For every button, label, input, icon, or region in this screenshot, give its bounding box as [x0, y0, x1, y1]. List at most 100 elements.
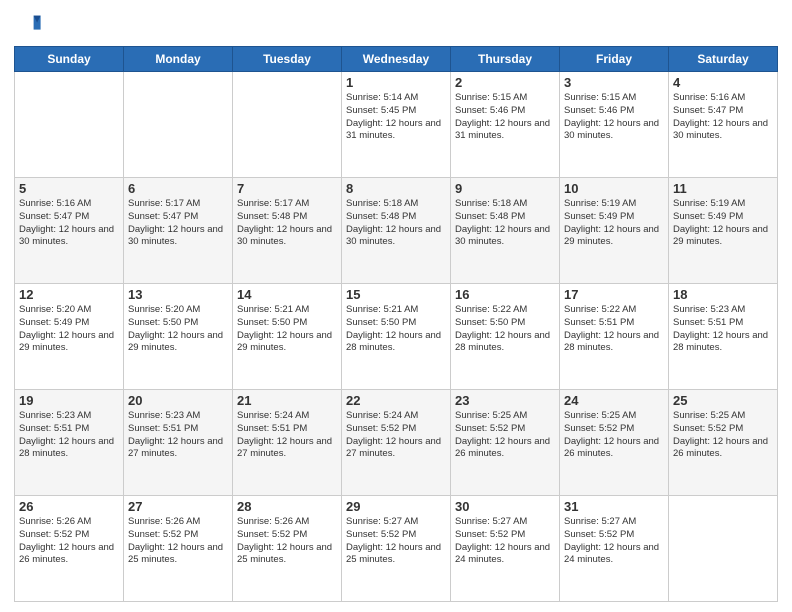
day-info: Sunrise: 5:17 AM Sunset: 5:48 PM Dayligh…: [237, 198, 337, 249]
day-info: Sunrise: 5:27 AM Sunset: 5:52 PM Dayligh…: [346, 516, 446, 567]
weekday-header: Tuesday: [233, 47, 342, 72]
day-info: Sunrise: 5:23 AM Sunset: 5:51 PM Dayligh…: [19, 410, 119, 461]
day-number: 24: [564, 393, 664, 408]
day-info: Sunrise: 5:23 AM Sunset: 5:51 PM Dayligh…: [128, 410, 228, 461]
day-info: Sunrise: 5:21 AM Sunset: 5:50 PM Dayligh…: [237, 304, 337, 355]
day-info: Sunrise: 5:18 AM Sunset: 5:48 PM Dayligh…: [455, 198, 555, 249]
day-info: Sunrise: 5:22 AM Sunset: 5:50 PM Dayligh…: [455, 304, 555, 355]
day-info: Sunrise: 5:25 AM Sunset: 5:52 PM Dayligh…: [455, 410, 555, 461]
calendar-week-row: 26 Sunrise: 5:26 AM Sunset: 5:52 PM Dayli…: [15, 496, 778, 602]
day-number: 17: [564, 287, 664, 302]
day-info: Sunrise: 5:18 AM Sunset: 5:48 PM Dayligh…: [346, 198, 446, 249]
day-number: 14: [237, 287, 337, 302]
day-info: Sunrise: 5:21 AM Sunset: 5:50 PM Dayligh…: [346, 304, 446, 355]
day-number: 21: [237, 393, 337, 408]
logo-icon: [14, 10, 42, 38]
day-number: 9: [455, 181, 555, 196]
day-number: 1: [346, 75, 446, 90]
calendar-cell: 7 Sunrise: 5:17 AM Sunset: 5:48 PM Daylig…: [233, 178, 342, 284]
day-number: 16: [455, 287, 555, 302]
calendar-cell: 4Sunrise: 5:16 AM Sunset: 5:47 PM Daylig…: [669, 72, 778, 178]
weekday-header: Thursday: [451, 47, 560, 72]
day-info: Sunrise: 5:16 AM Sunset: 5:47 PM Dayligh…: [673, 92, 773, 143]
day-number: 27: [128, 499, 228, 514]
day-info: Sunrise: 5:24 AM Sunset: 5:51 PM Dayligh…: [237, 410, 337, 461]
calendar-cell: 23 Sunrise: 5:25 AM Sunset: 5:52 PM Dayli…: [451, 390, 560, 496]
day-number: 25: [673, 393, 773, 408]
calendar-cell: [669, 496, 778, 602]
logo: [14, 10, 46, 38]
weekday-header: Sunday: [15, 47, 124, 72]
calendar-cell: 9 Sunrise: 5:18 AM Sunset: 5:48 PM Daylig…: [451, 178, 560, 284]
calendar-week-row: 12 Sunrise: 5:20 AM Sunset: 5:49 PM Dayli…: [15, 284, 778, 390]
calendar-cell: 10 Sunrise: 5:19 AM Sunset: 5:49 PM Dayli…: [560, 178, 669, 284]
calendar-cell: 12 Sunrise: 5:20 AM Sunset: 5:49 PM Dayli…: [15, 284, 124, 390]
weekday-header: Monday: [124, 47, 233, 72]
weekday-header: Wednesday: [342, 47, 451, 72]
day-info: Sunrise: 5:22 AM Sunset: 5:51 PM Dayligh…: [564, 304, 664, 355]
day-number: 5: [19, 181, 119, 196]
day-number: 7: [237, 181, 337, 196]
day-info: Sunrise: 5:19 AM Sunset: 5:49 PM Dayligh…: [564, 198, 664, 249]
calendar-cell: 8 Sunrise: 5:18 AM Sunset: 5:48 PM Daylig…: [342, 178, 451, 284]
day-number: 11: [673, 181, 773, 196]
day-info: Sunrise: 5:15 AM Sunset: 5:46 PM Dayligh…: [564, 92, 664, 143]
calendar-cell: 28 Sunrise: 5:26 AM Sunset: 5:52 PM Dayli…: [233, 496, 342, 602]
day-number: 10: [564, 181, 664, 196]
day-number: 15: [346, 287, 446, 302]
day-info: Sunrise: 5:15 AM Sunset: 5:46 PM Dayligh…: [455, 92, 555, 143]
calendar-cell: 15 Sunrise: 5:21 AM Sunset: 5:50 PM Dayli…: [342, 284, 451, 390]
day-info: Sunrise: 5:14 AM Sunset: 5:45 PM Dayligh…: [346, 92, 446, 143]
header: [14, 10, 778, 38]
day-number: 20: [128, 393, 228, 408]
day-info: Sunrise: 5:26 AM Sunset: 5:52 PM Dayligh…: [237, 516, 337, 567]
day-number: 23: [455, 393, 555, 408]
calendar-cell: 26 Sunrise: 5:26 AM Sunset: 5:52 PM Dayli…: [15, 496, 124, 602]
calendar-cell: 1 Sunrise: 5:14 AM Sunset: 5:45 PM Daylig…: [342, 72, 451, 178]
calendar-week-row: 19 Sunrise: 5:23 AM Sunset: 5:51 PM Dayli…: [15, 390, 778, 496]
calendar-cell: [233, 72, 342, 178]
day-number: 30: [455, 499, 555, 514]
day-number: 12: [19, 287, 119, 302]
calendar-cell: 19 Sunrise: 5:23 AM Sunset: 5:51 PM Dayli…: [15, 390, 124, 496]
day-number: 8: [346, 181, 446, 196]
day-info: Sunrise: 5:27 AM Sunset: 5:52 PM Dayligh…: [455, 516, 555, 567]
page: SundayMondayTuesdayWednesdayThursdayFrid…: [0, 0, 792, 612]
day-info: Sunrise: 5:20 AM Sunset: 5:49 PM Dayligh…: [19, 304, 119, 355]
day-info: Sunrise: 5:20 AM Sunset: 5:50 PM Dayligh…: [128, 304, 228, 355]
calendar-cell: [15, 72, 124, 178]
day-info: Sunrise: 5:23 AM Sunset: 5:51 PM Dayligh…: [673, 304, 773, 355]
calendar-cell: 29 Sunrise: 5:27 AM Sunset: 5:52 PM Dayli…: [342, 496, 451, 602]
day-number: 22: [346, 393, 446, 408]
day-number: 6: [128, 181, 228, 196]
calendar-cell: 18Sunrise: 5:23 AM Sunset: 5:51 PM Dayli…: [669, 284, 778, 390]
calendar-cell: 31Sunrise: 5:27 AM Sunset: 5:52 PM Dayli…: [560, 496, 669, 602]
day-info: Sunrise: 5:27 AM Sunset: 5:52 PM Dayligh…: [564, 516, 664, 567]
calendar-cell: [124, 72, 233, 178]
day-info: Sunrise: 5:24 AM Sunset: 5:52 PM Dayligh…: [346, 410, 446, 461]
day-info: Sunrise: 5:25 AM Sunset: 5:52 PM Dayligh…: [564, 410, 664, 461]
calendar-cell: 24 Sunrise: 5:25 AM Sunset: 5:52 PM Dayli…: [560, 390, 669, 496]
calendar-cell: 20 Sunrise: 5:23 AM Sunset: 5:51 PM Dayli…: [124, 390, 233, 496]
calendar-week-row: 5 Sunrise: 5:16 AM Sunset: 5:47 PM Daylig…: [15, 178, 778, 284]
calendar-cell: 6 Sunrise: 5:17 AM Sunset: 5:47 PM Daylig…: [124, 178, 233, 284]
day-number: 19: [19, 393, 119, 408]
calendar-cell: 3 Sunrise: 5:15 AM Sunset: 5:46 PM Daylig…: [560, 72, 669, 178]
calendar-cell: 25Sunrise: 5:25 AM Sunset: 5:52 PM Dayli…: [669, 390, 778, 496]
day-info: Sunrise: 5:26 AM Sunset: 5:52 PM Dayligh…: [19, 516, 119, 567]
day-number: 29: [346, 499, 446, 514]
day-number: 3: [564, 75, 664, 90]
day-info: Sunrise: 5:16 AM Sunset: 5:47 PM Dayligh…: [19, 198, 119, 249]
calendar-cell: 2Sunrise: 5:15 AM Sunset: 5:46 PM Daylig…: [451, 72, 560, 178]
calendar-cell: 14 Sunrise: 5:21 AM Sunset: 5:50 PM Dayli…: [233, 284, 342, 390]
day-info: Sunrise: 5:17 AM Sunset: 5:47 PM Dayligh…: [128, 198, 228, 249]
calendar-body: 1 Sunrise: 5:14 AM Sunset: 5:45 PM Daylig…: [15, 72, 778, 602]
day-number: 26: [19, 499, 119, 514]
calendar-cell: 13Sunrise: 5:20 AM Sunset: 5:50 PM Dayli…: [124, 284, 233, 390]
calendar-cell: 27 Sunrise: 5:26 AM Sunset: 5:52 PM Dayli…: [124, 496, 233, 602]
calendar-cell: 30 Sunrise: 5:27 AM Sunset: 5:52 PM Dayli…: [451, 496, 560, 602]
calendar-cell: 11Sunrise: 5:19 AM Sunset: 5:49 PM Dayli…: [669, 178, 778, 284]
day-number: 28: [237, 499, 337, 514]
day-info: Sunrise: 5:26 AM Sunset: 5:52 PM Dayligh…: [128, 516, 228, 567]
calendar-table: SundayMondayTuesdayWednesdayThursdayFrid…: [14, 46, 778, 602]
